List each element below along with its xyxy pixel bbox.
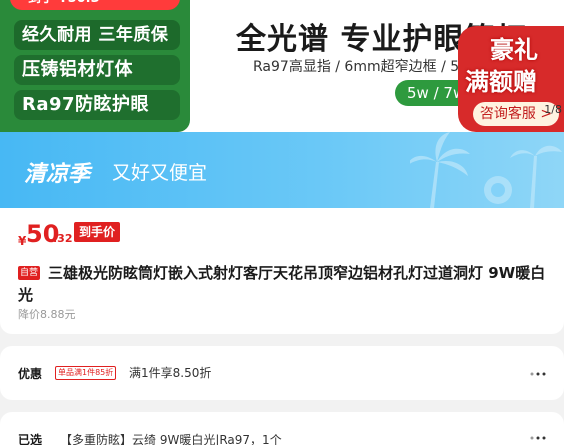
discount-tag: 单品满1件85折 [55,366,117,380]
banner-subline: Ra97高显指 / 6mm超窄边框 / 5 [253,59,460,75]
more-icon[interactable] [528,369,548,379]
product-image-carousel[interactable]: 到手 ¥50.3 经久耐用 三年质保 压铸铝材灯体 Ra97防眩护眼 全光谱 专… [0,0,564,132]
carousel-page-indicator: 1/8 [544,103,562,116]
final-price-tag: 到手价 [74,222,121,242]
selected-label: 已选 [18,433,43,445]
self-operated-badge: 自营 [18,266,41,280]
banner-feature-3: Ra97防眩护眼 [14,90,180,120]
gift-badge-line1: 豪礼 [490,36,538,64]
palm-tree-icon [410,132,562,208]
product-title: 三雄极光防眩筒灯嵌入式射灯客厅天花吊顶窄边铝材孔灯过道洞灯 9W暖白光 [18,264,546,304]
banner-feature-2: 压铸铝材灯体 [14,55,180,85]
discount-text: 满1件享8.50折 [129,366,212,380]
banner-price-strip: 到手 ¥50.3 [10,0,180,10]
discount-label: 优惠 [18,367,43,381]
price-decimal: .32 [53,232,73,245]
selected-spec-text: 【多重防眩】云绮 9W暖白光|Ra97，1个 [60,433,282,445]
promo-season-title: 清凉季 [24,162,91,187]
gift-badge-line2: 满额赠 [465,68,537,96]
promo-banner[interactable]: 清凉季 又好又便宜 [0,132,564,208]
banner-feature-1: 经久耐用 三年质保 [14,20,180,50]
price-drop-note: 降价8.88元 [18,308,76,321]
promo-slogan: 又好又便宜 [112,162,208,184]
more-icon[interactable] [528,433,548,443]
